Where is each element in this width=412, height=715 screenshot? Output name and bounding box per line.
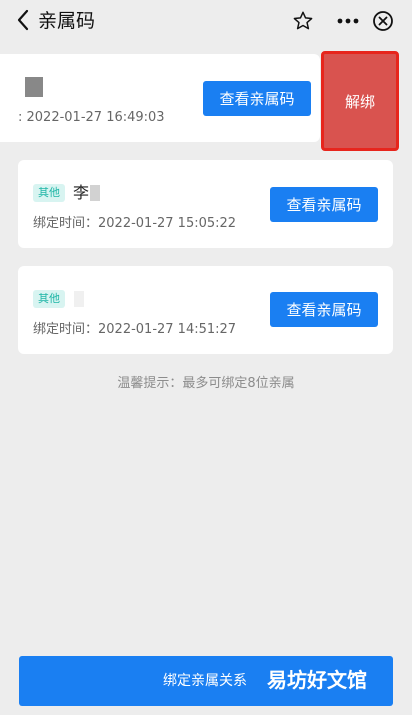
back-button[interactable]	[12, 9, 34, 31]
relative-name-row	[24, 76, 43, 98]
close-button[interactable]	[370, 8, 396, 34]
star-icon	[293, 11, 313, 30]
relation-tag: 其他	[33, 184, 65, 202]
view-code-button[interactable]: 查看亲属码	[270, 187, 378, 222]
more-button[interactable]	[333, 8, 363, 34]
blurred-name	[74, 291, 84, 307]
nav-bar: 亲属码	[0, 0, 412, 42]
relative-name-row: 其他	[33, 288, 84, 310]
close-circle-icon	[373, 11, 393, 31]
more-icon	[337, 18, 359, 24]
hint-text: 温馨提示：最多可绑定8位亲属	[117, 376, 295, 391]
relative-card[interactable]: 其他 绑定时间：2022-01-27 14:51:27 查看亲属码	[18, 266, 393, 354]
bind-time: 绑定时间：2022-01-27 15:05:22	[33, 216, 237, 231]
view-code-button[interactable]: 查看亲属码	[203, 81, 311, 116]
favorite-button[interactable]	[290, 8, 316, 34]
unbind-button[interactable]: 解绑	[321, 51, 399, 151]
relation-tag: 其他	[33, 290, 65, 308]
relative-card[interactable]: 其他 李 绑定时间：2022-01-27 15:05:22 查看亲属码	[18, 160, 393, 248]
bind-relative-label: 绑定亲属关系	[163, 673, 247, 689]
bind-time: 绑定时间：2022-01-27 14:51:27	[33, 322, 237, 337]
watermark-text: 易坊好文馆	[267, 668, 367, 692]
relative-card[interactable]: : 2022-01-27 16:49:03 查看亲属码	[0, 54, 320, 142]
relative-name-row: 其他 李	[33, 182, 101, 204]
bind-relative-button[interactable]: 绑定亲属关系 易坊好文馆	[19, 656, 393, 706]
view-code-button[interactable]: 查看亲属码	[270, 292, 378, 327]
blurred-name	[90, 185, 101, 201]
page-title: 亲属码	[38, 10, 96, 32]
relative-name: 李	[73, 183, 90, 202]
bind-time: : 2022-01-27 16:49:03	[18, 110, 165, 125]
chevron-left-icon	[17, 9, 29, 31]
blurred-name	[25, 77, 43, 97]
